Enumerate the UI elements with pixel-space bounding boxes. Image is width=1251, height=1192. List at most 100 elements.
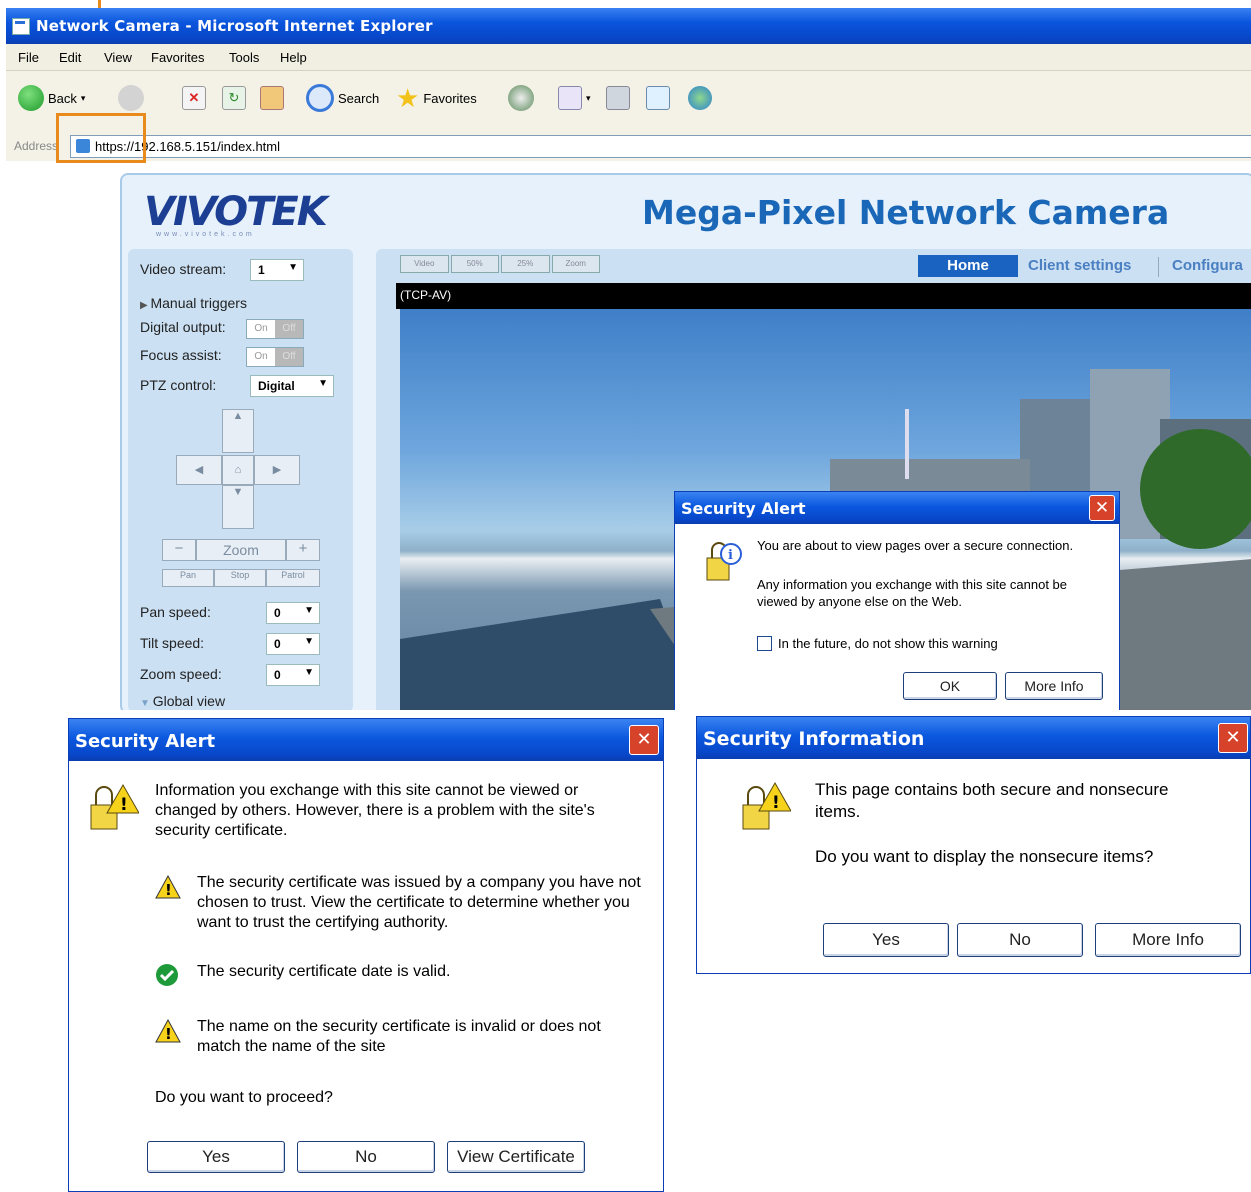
dialog-titlebar: Security Information ✕ <box>697 717 1250 759</box>
ptz-control-select[interactable]: Digital ▼ <box>250 375 334 397</box>
zoom-out-button[interactable]: − <box>162 539 196 561</box>
global-view-toggle[interactable]: ▼ Global view <box>140 693 225 709</box>
history-icon <box>508 85 534 111</box>
svg-text:!: ! <box>120 795 128 815</box>
tilt-speed-label: Tilt speed: <box>140 635 205 651</box>
nav-home[interactable]: Home <box>918 255 1018 277</box>
digital-output-label: Digital output: <box>140 319 226 335</box>
manual-triggers-toggle[interactable]: ▶ Manual triggers <box>140 295 247 311</box>
lock-info-icon: i <box>706 542 742 581</box>
tilt-speed-select[interactable]: 0 ▼ <box>266 633 320 655</box>
yes-button[interactable]: Yes <box>147 1141 285 1173</box>
alert-line-2: Any information you exchange with this s… <box>757 577 1068 609</box>
url-callout-box <box>56 113 146 163</box>
menu-favorites[interactable]: Favorites <box>151 50 204 65</box>
dialog-body: i You are about to view pages over a sec… <box>675 524 1119 710</box>
video-stream-label: Video stream: <box>140 261 227 277</box>
close-icon[interactable]: ✕ <box>1218 723 1248 753</box>
view-certificate-button[interactable]: View Certificate <box>447 1141 585 1173</box>
nav-configuration[interactable]: Configura <box>1172 257 1243 274</box>
ie-app-icon <box>12 18 30 35</box>
ok-button[interactable]: OK <box>903 672 997 700</box>
ptz-control-label: PTZ control: <box>140 377 217 393</box>
svg-text:!: ! <box>772 793 780 813</box>
tab-video-full[interactable]: Video <box>400 255 449 273</box>
messenger-button[interactable] <box>688 83 712 113</box>
print-button[interactable] <box>606 83 630 113</box>
address-bar: Address https://192.168.5.151/index.html <box>6 131 1251 162</box>
tilt-down-button[interactable]: ▼ <box>222 485 254 529</box>
check-icon <box>156 964 178 986</box>
security-alert-certificate: Security Alert ✕ ! Information you excha… <box>68 718 664 1192</box>
forward-button[interactable] <box>118 83 144 113</box>
dont-show-warning-checkbox[interactable]: In the future, do not show this warning <box>757 636 998 651</box>
menu-view[interactable]: View <box>104 50 132 65</box>
home-button[interactable] <box>260 83 284 113</box>
stop-ptz-button[interactable]: Stop <box>214 569 266 587</box>
favorites-button[interactable]: ★ Favorites <box>396 83 477 113</box>
stop-icon: ✕ <box>182 86 206 110</box>
page-banner: Mega-Pixel Network Camera <box>642 193 1170 232</box>
dialog-title: Security Alert <box>75 731 216 752</box>
arrow-up-icon: ▲ <box>232 410 244 422</box>
vivotek-logo: VIVOTEK <box>144 189 328 235</box>
nav-client-settings[interactable]: Client settings <box>1028 257 1131 274</box>
stream-protocol: (TCP-AV) <box>400 288 452 302</box>
focus-assist-switch[interactable]: On Off <box>246 347 304 367</box>
patrol-button[interactable]: Patrol <box>266 569 320 587</box>
yes-button[interactable]: Yes <box>823 923 949 957</box>
menu-file[interactable]: File <box>18 50 39 65</box>
control-panel: Video stream: 1 ▼ ▶ Manual triggers Digit… <box>128 249 353 710</box>
no-button[interactable]: No <box>957 923 1083 957</box>
home-icon <box>260 86 284 110</box>
menu-tools[interactable]: Tools <box>229 50 259 65</box>
svg-text:!: ! <box>165 881 172 899</box>
tab-video-25[interactable]: 25% <box>501 255 550 273</box>
mail-button[interactable]: ▾ <box>558 83 591 113</box>
stop-button[interactable]: ✕ <box>182 83 206 113</box>
zoom-in-button[interactable]: + <box>286 539 320 561</box>
more-info-button[interactable]: More Info <box>1095 923 1241 957</box>
pan-speed-select[interactable]: 0 ▼ <box>266 602 320 624</box>
edit-button[interactable] <box>646 83 670 113</box>
favorites-star-icon: ★ <box>396 82 420 113</box>
svg-text:!: ! <box>165 1025 172 1043</box>
zoom-label: Zoom <box>196 539 286 561</box>
refresh-icon: ↻ <box>222 86 246 110</box>
focus-assist-label: Focus assist: <box>140 347 222 363</box>
refresh-button[interactable]: ↻ <box>222 83 246 113</box>
security-info-question: Do you want to display the nonsecure ite… <box>815 847 1154 866</box>
ptz-home-button[interactable]: ⌂ <box>222 455 254 485</box>
digital-output-switch[interactable]: On Off <box>246 319 304 339</box>
dialog-body: ! Information you exchange with this sit… <box>69 761 663 1191</box>
video-size-tabs: Video 50% 25% Zoom <box>400 255 600 273</box>
close-icon[interactable]: ✕ <box>629 725 659 755</box>
tab-video-50[interactable]: 50% <box>450 255 499 273</box>
nav-separator <box>1158 257 1159 277</box>
pan-button[interactable]: Pan <box>162 569 214 587</box>
address-input[interactable]: https://192.168.5.151/index.html <box>70 135 1251 158</box>
tilt-up-button[interactable]: ▲ <box>222 409 254 453</box>
chevron-down-icon: ▼ <box>140 698 153 709</box>
more-info-button[interactable]: More Info <box>1005 672 1103 700</box>
chevron-down-icon: ▼ <box>318 378 328 389</box>
video-stream-select[interactable]: 1 ▼ <box>250 259 304 281</box>
arrow-down-icon: ▼ <box>232 486 244 498</box>
no-button[interactable]: No <box>297 1141 435 1173</box>
toolbar: Back ▾ ✕ ↻ Search ★ Favorites ▾ <box>6 71 1251 132</box>
pan-right-button[interactable]: ▶ <box>254 455 300 485</box>
pan-left-button[interactable]: ◀ <box>176 455 222 485</box>
checkbox-box[interactable] <box>757 636 772 651</box>
dialog-body: ! This page contains both secure and non… <box>697 759 1250 973</box>
zoom-speed-label: Zoom speed: <box>140 666 222 682</box>
chevron-down-icon: ▼ <box>304 636 314 647</box>
menu-edit[interactable]: Edit <box>59 50 81 65</box>
lock-warning-icon: ! <box>90 783 139 830</box>
history-button[interactable] <box>508 83 534 113</box>
back-button[interactable]: Back ▾ <box>18 83 85 113</box>
zoom-speed-select[interactable]: 0 ▼ <box>266 664 320 686</box>
tab-video-zoom[interactable]: Zoom <box>551 255 600 273</box>
close-icon[interactable]: ✕ <box>1089 495 1115 521</box>
search-button[interactable]: Search <box>306 83 379 113</box>
menu-help[interactable]: Help <box>280 50 307 65</box>
